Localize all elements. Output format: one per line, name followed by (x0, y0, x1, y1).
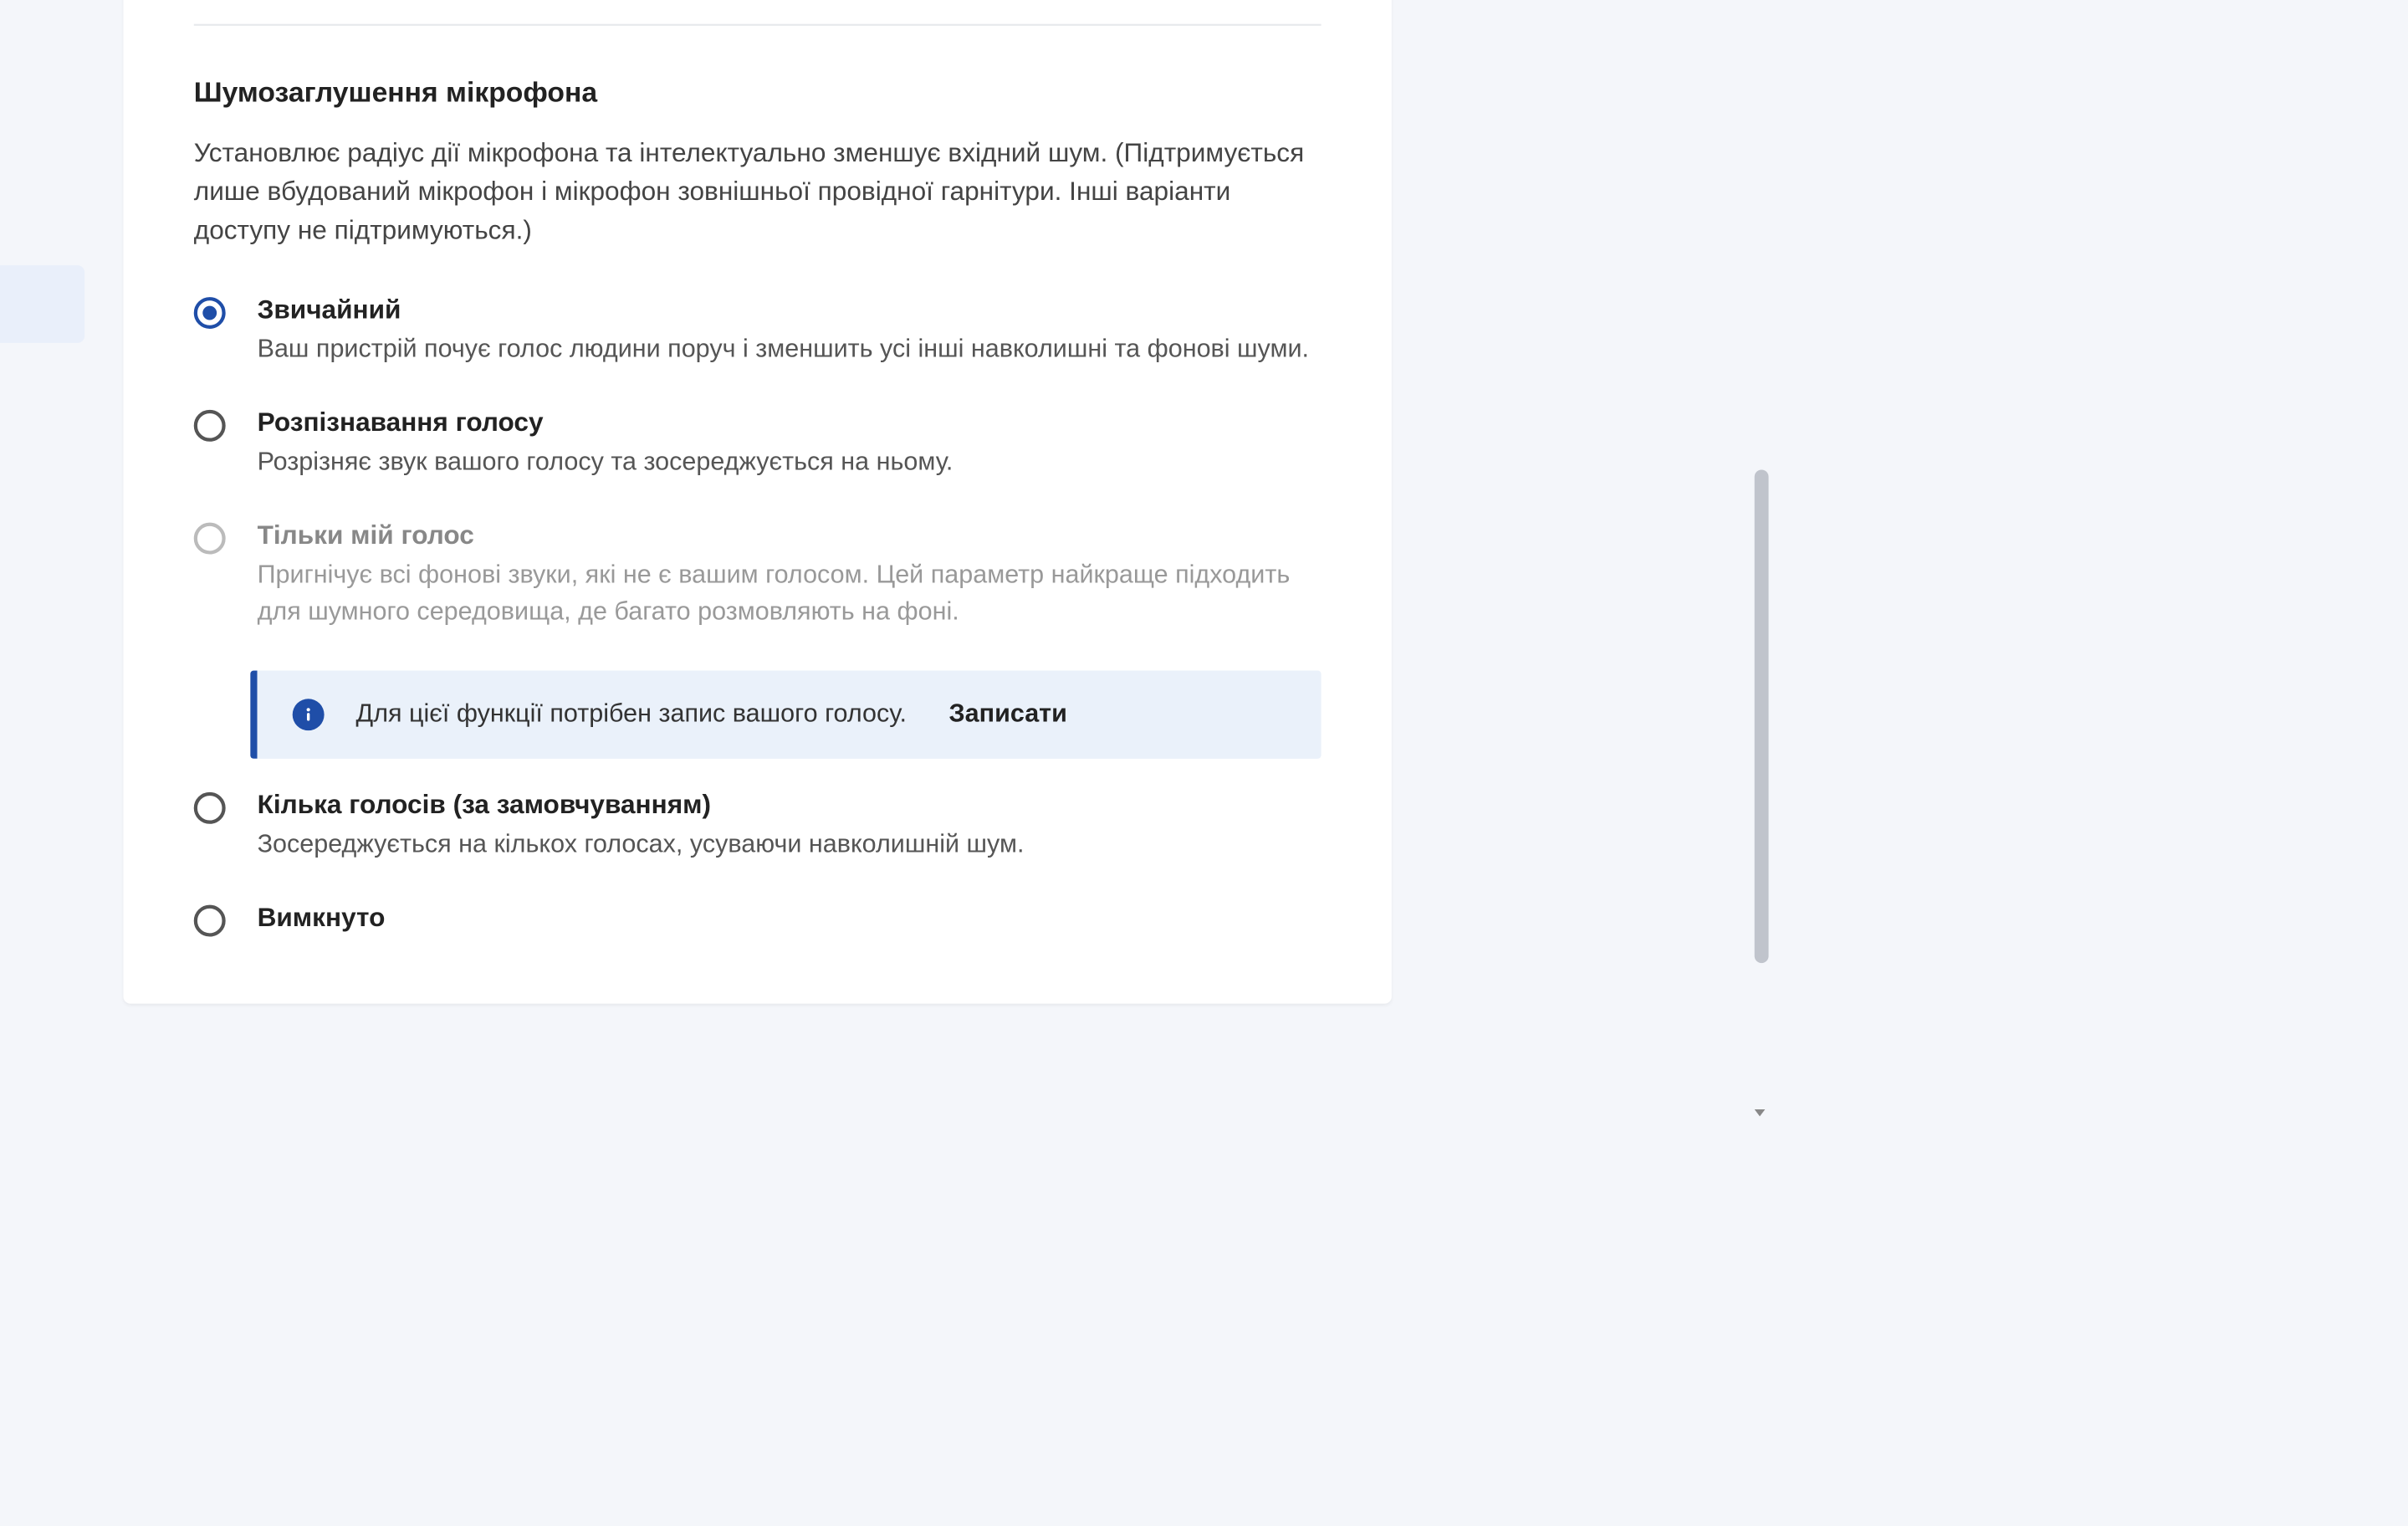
radio-button[interactable] (194, 793, 226, 825)
radio-label: Звичайний (258, 295, 1322, 325)
settings-sidebar: Налаштування пристрою Відомості про прис… (0, 0, 84, 1125)
sidebar-item-device-info[interactable]: Відомості про пристрій (0, 0, 84, 19)
radio-option-voice-recognition[interactable]: Розпізнавання голосу Розрізняє звук вашо… (194, 408, 1322, 482)
radio-description: Зосереджується на кількох голосах, усува… (258, 828, 1322, 865)
radio-option-only-my-voice[interactable]: Тільки мій голос Пригнічує всі фонові зв… (194, 521, 1322, 632)
sidebar-item-widgets[interactable]: Віджети (0, 590, 84, 668)
radio-label: Тільки мій голос (258, 521, 1322, 551)
radio-option-multiple-voices[interactable]: Кілька голосів (за замовчуванням) Зосере… (194, 791, 1322, 864)
scroll-down-button[interactable] (1747, 1100, 1771, 1124)
radio-description: Пригнічує всі фонові звуки, які не є ваш… (258, 558, 1322, 632)
sidebar-item-power[interactable]: Живлення (0, 104, 84, 182)
scroll-thumb[interactable] (1755, 469, 1769, 963)
radio-label: Кілька голосів (за замовчуванням) (258, 791, 1322, 821)
sidebar-item-display[interactable]: Дисплей (0, 185, 84, 263)
radio-option-normal[interactable]: Звичайний Ваш пристрій почує голос людин… (194, 295, 1322, 369)
radio-button[interactable] (194, 298, 226, 330)
radio-label: Вимкнуто (258, 904, 1322, 934)
scrollbar[interactable] (1747, 0, 1771, 1125)
sidebar-item-network[interactable]: Мережа (0, 428, 84, 506)
radio-button[interactable] (194, 523, 226, 555)
sidebar-item-gestures[interactable]: Жести (0, 510, 84, 587)
record-voice-link[interactable]: Записати (949, 701, 1067, 730)
radio-description: Ваш пристрій почує голос людини поруч і … (258, 333, 1322, 370)
noise-heading: Шумозаглушення мікрофона (194, 79, 1322, 110)
noise-description: Установлює радіус дії мікрофона та інтел… (194, 135, 1322, 249)
settings-card: Мікрофон (внутрішній) Шумозаглушення мік… (124, 0, 1392, 1004)
radio-option-off[interactable]: Вимкнуто (194, 904, 1322, 940)
info-banner: Для цієї функції потрібен запис вашого г… (250, 671, 1321, 759)
divider (194, 24, 1322, 26)
info-icon (293, 699, 325, 731)
radio-description: Розрізняє звук вашого голосу та зосередж… (258, 446, 1322, 483)
sidebar-item-input[interactable]: Ввід (0, 347, 84, 425)
radio-button[interactable] (194, 410, 226, 442)
radio-button[interactable] (194, 905, 226, 937)
sidebar-item-audio[interactable]: Звук (0, 266, 84, 344)
radio-label: Розпізнавання голосу (258, 408, 1322, 438)
info-text: Для цієї функції потрібен запис вашого г… (356, 701, 907, 730)
sidebar-item-modes[interactable]: Режими (0, 23, 84, 100)
